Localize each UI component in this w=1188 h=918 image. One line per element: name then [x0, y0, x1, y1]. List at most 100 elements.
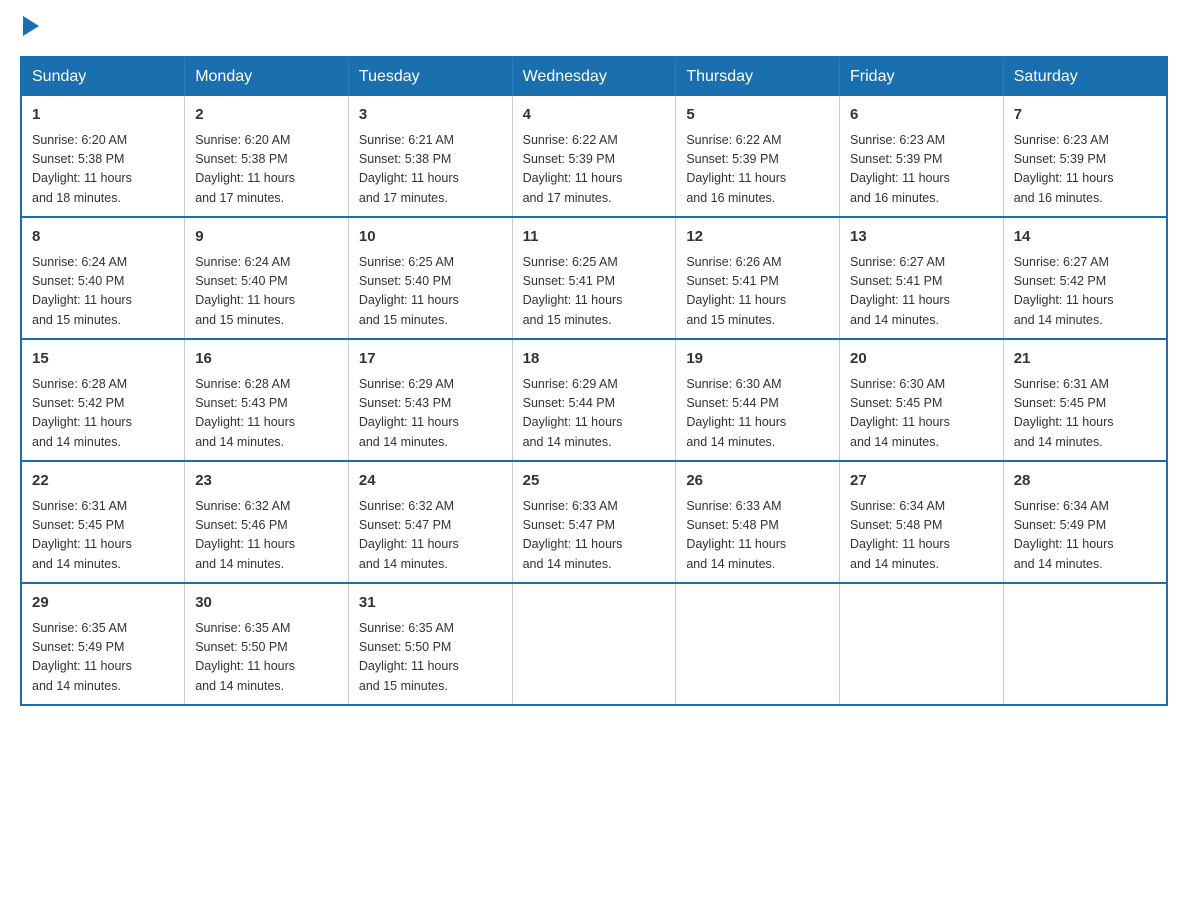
- day-number: 12: [686, 226, 829, 249]
- day-number: 23: [195, 470, 338, 493]
- day-number: 14: [1014, 226, 1156, 249]
- calendar-cell: 9Sunrise: 6:24 AMSunset: 5:40 PMDaylight…: [185, 217, 349, 339]
- day-info: Sunrise: 6:31 AMSunset: 5:45 PMDaylight:…: [32, 497, 174, 575]
- calendar-cell: 3Sunrise: 6:21 AMSunset: 5:38 PMDaylight…: [348, 96, 512, 217]
- day-number: 31: [359, 592, 502, 615]
- day-number: 15: [32, 348, 174, 371]
- calendar-cell: 27 Sunrise: 6:34 AMSunset: 5:48 PMDayligh…: [840, 461, 1004, 583]
- header-monday: Monday: [185, 57, 349, 96]
- calendar-cell: 23 Sunrise: 6:32 AMSunset: 5:46 PMDayligh…: [185, 461, 349, 583]
- day-info: Sunrise: 6:23 AMSunset: 5:39 PMDaylight:…: [1014, 131, 1156, 209]
- day-number: 5: [686, 104, 829, 127]
- day-info: Sunrise: 6:24 AMSunset: 5:40 PMDaylight:…: [195, 253, 338, 331]
- day-number: 6: [850, 104, 993, 127]
- header-wednesday: Wednesday: [512, 57, 676, 96]
- calendar-cell: 1 Sunrise: 6:20 AMSunset: 5:38 PMDaylight…: [21, 96, 185, 217]
- day-number: 27: [850, 470, 993, 493]
- day-info: Sunrise: 6:35 AMSunset: 5:49 PMDaylight:…: [32, 619, 174, 697]
- day-info: Sunrise: 6:31 AMSunset: 5:45 PMDaylight:…: [1014, 375, 1156, 453]
- calendar-cell: 22 Sunrise: 6:31 AMSunset: 5:45 PMDayligh…: [21, 461, 185, 583]
- page-header: [20, 20, 1168, 36]
- day-number: 4: [523, 104, 666, 127]
- calendar-week-row: 1 Sunrise: 6:20 AMSunset: 5:38 PMDaylight…: [21, 96, 1167, 217]
- calendar-week-row: 8 Sunrise: 6:24 AMSunset: 5:40 PMDaylight…: [21, 217, 1167, 339]
- day-info: Sunrise: 6:28 AMSunset: 5:43 PMDaylight:…: [195, 375, 338, 453]
- day-number: 11: [523, 226, 666, 249]
- calendar-cell: 13Sunrise: 6:27 AMSunset: 5:41 PMDayligh…: [840, 217, 1004, 339]
- day-info: Sunrise: 6:33 AMSunset: 5:47 PMDaylight:…: [523, 497, 666, 575]
- calendar-cell: 11Sunrise: 6:25 AMSunset: 5:41 PMDayligh…: [512, 217, 676, 339]
- day-info: Sunrise: 6:32 AMSunset: 5:47 PMDaylight:…: [359, 497, 502, 575]
- day-number: 16: [195, 348, 338, 371]
- calendar-cell: 21 Sunrise: 6:31 AMSunset: 5:45 PMDayligh…: [1003, 339, 1167, 461]
- day-info: Sunrise: 6:35 AMSunset: 5:50 PMDaylight:…: [359, 619, 502, 697]
- calendar-cell: 14Sunrise: 6:27 AMSunset: 5:42 PMDayligh…: [1003, 217, 1167, 339]
- day-number: 26: [686, 470, 829, 493]
- calendar-cell: [676, 583, 840, 705]
- calendar-cell: 15 Sunrise: 6:28 AMSunset: 5:42 PMDayligh…: [21, 339, 185, 461]
- calendar-cell: 30 Sunrise: 6:35 AMSunset: 5:50 PMDayligh…: [185, 583, 349, 705]
- day-info: Sunrise: 6:34 AMSunset: 5:49 PMDaylight:…: [1014, 497, 1156, 575]
- day-number: 7: [1014, 104, 1156, 127]
- calendar-cell: 29 Sunrise: 6:35 AMSunset: 5:49 PMDayligh…: [21, 583, 185, 705]
- day-number: 8: [32, 226, 174, 249]
- day-info: Sunrise: 6:22 AMSunset: 5:39 PMDaylight:…: [523, 131, 666, 209]
- calendar-header-row: SundayMondayTuesdayWednesdayThursdayFrid…: [21, 57, 1167, 96]
- day-info: Sunrise: 6:29 AMSunset: 5:43 PMDaylight:…: [359, 375, 502, 453]
- day-number: 30: [195, 592, 338, 615]
- header-tuesday: Tuesday: [348, 57, 512, 96]
- calendar-cell: 19 Sunrise: 6:30 AMSunset: 5:44 PMDayligh…: [676, 339, 840, 461]
- calendar-cell: 6Sunrise: 6:23 AMSunset: 5:39 PMDaylight…: [840, 96, 1004, 217]
- calendar-cell: 24 Sunrise: 6:32 AMSunset: 5:47 PMDayligh…: [348, 461, 512, 583]
- day-info: Sunrise: 6:22 AMSunset: 5:39 PMDaylight:…: [686, 131, 829, 209]
- day-number: 25: [523, 470, 666, 493]
- logo-arrow-icon: [23, 16, 39, 36]
- header-thursday: Thursday: [676, 57, 840, 96]
- calendar-week-row: 15 Sunrise: 6:28 AMSunset: 5:42 PMDayligh…: [21, 339, 1167, 461]
- day-number: 3: [359, 104, 502, 127]
- day-number: 22: [32, 470, 174, 493]
- day-info: Sunrise: 6:30 AMSunset: 5:44 PMDaylight:…: [686, 375, 829, 453]
- day-info: Sunrise: 6:25 AMSunset: 5:40 PMDaylight:…: [359, 253, 502, 331]
- day-info: Sunrise: 6:24 AMSunset: 5:40 PMDaylight:…: [32, 253, 174, 331]
- calendar-cell: [512, 583, 676, 705]
- day-number: 2: [195, 104, 338, 127]
- calendar-week-row: 22 Sunrise: 6:31 AMSunset: 5:45 PMDayligh…: [21, 461, 1167, 583]
- day-number: 28: [1014, 470, 1156, 493]
- day-info: Sunrise: 6:26 AMSunset: 5:41 PMDaylight:…: [686, 253, 829, 331]
- day-info: Sunrise: 6:27 AMSunset: 5:41 PMDaylight:…: [850, 253, 993, 331]
- calendar-cell: 26 Sunrise: 6:33 AMSunset: 5:48 PMDayligh…: [676, 461, 840, 583]
- day-info: Sunrise: 6:30 AMSunset: 5:45 PMDaylight:…: [850, 375, 993, 453]
- logo: [20, 20, 39, 36]
- day-number: 10: [359, 226, 502, 249]
- calendar-week-row: 29 Sunrise: 6:35 AMSunset: 5:49 PMDayligh…: [21, 583, 1167, 705]
- day-number: 17: [359, 348, 502, 371]
- day-info: Sunrise: 6:34 AMSunset: 5:48 PMDaylight:…: [850, 497, 993, 575]
- header-friday: Friday: [840, 57, 1004, 96]
- day-number: 19: [686, 348, 829, 371]
- calendar-cell: 4 Sunrise: 6:22 AMSunset: 5:39 PMDaylight…: [512, 96, 676, 217]
- day-number: 1: [32, 104, 174, 127]
- day-info: Sunrise: 6:28 AMSunset: 5:42 PMDaylight:…: [32, 375, 174, 453]
- day-info: Sunrise: 6:35 AMSunset: 5:50 PMDaylight:…: [195, 619, 338, 697]
- calendar-table: SundayMondayTuesdayWednesdayThursdayFrid…: [20, 56, 1168, 706]
- calendar-cell: 5 Sunrise: 6:22 AMSunset: 5:39 PMDaylight…: [676, 96, 840, 217]
- calendar-cell: 31 Sunrise: 6:35 AMSunset: 5:50 PMDayligh…: [348, 583, 512, 705]
- day-number: 18: [523, 348, 666, 371]
- calendar-cell: 7 Sunrise: 6:23 AMSunset: 5:39 PMDaylight…: [1003, 96, 1167, 217]
- calendar-cell: 16 Sunrise: 6:28 AMSunset: 5:43 PMDayligh…: [185, 339, 349, 461]
- calendar-cell: 8 Sunrise: 6:24 AMSunset: 5:40 PMDaylight…: [21, 217, 185, 339]
- day-info: Sunrise: 6:20 AMSunset: 5:38 PMDaylight:…: [195, 131, 338, 209]
- day-info: Sunrise: 6:20 AMSunset: 5:38 PMDaylight:…: [32, 131, 174, 209]
- header-saturday: Saturday: [1003, 57, 1167, 96]
- calendar-cell: 25 Sunrise: 6:33 AMSunset: 5:47 PMDayligh…: [512, 461, 676, 583]
- calendar-cell: [840, 583, 1004, 705]
- header-sunday: Sunday: [21, 57, 185, 96]
- calendar-cell: 28 Sunrise: 6:34 AMSunset: 5:49 PMDayligh…: [1003, 461, 1167, 583]
- day-info: Sunrise: 6:32 AMSunset: 5:46 PMDaylight:…: [195, 497, 338, 575]
- day-info: Sunrise: 6:33 AMSunset: 5:48 PMDaylight:…: [686, 497, 829, 575]
- day-number: 24: [359, 470, 502, 493]
- day-number: 21: [1014, 348, 1156, 371]
- day-number: 29: [32, 592, 174, 615]
- calendar-cell: 12 Sunrise: 6:26 AMSunset: 5:41 PMDayligh…: [676, 217, 840, 339]
